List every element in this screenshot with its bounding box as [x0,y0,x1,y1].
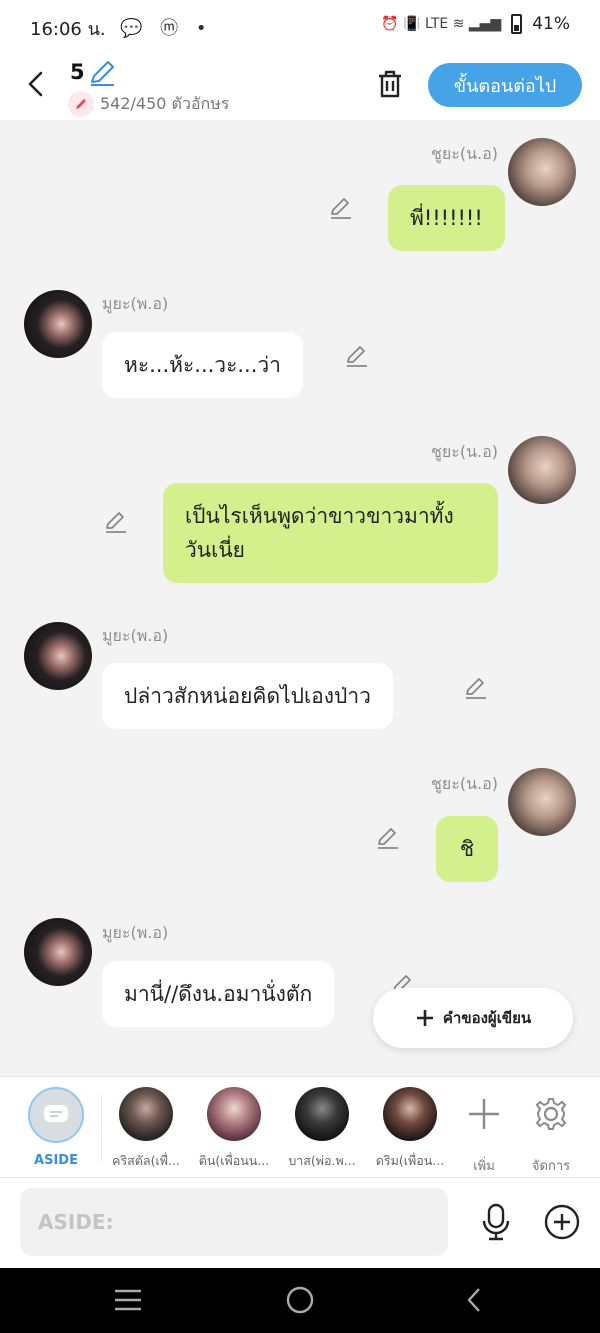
menu-icon [115,1289,141,1311]
character-label: บาส(พ่อ.พ... [288,1153,356,1168]
divider [101,1095,102,1161]
message-bubble[interactable]: เป็นไรเห็นพูดว่าขาวขาวมาทั้งวันเนี่ย [163,483,498,583]
message-bubble[interactable]: ชิ [436,816,498,882]
chat-area[interactable]: ชูยะ(น.อ) พี่!!!!!!! มูยะ(พ.อ) หะ...ห้ะ.… [0,120,600,1076]
message-bubble[interactable]: มานี่//ดึงน.อมานั่งตัก [102,961,335,1027]
add-character-button[interactable]: เพิ่ม [454,1087,514,1176]
plus-icon [469,1099,499,1129]
character-item[interactable]: ดริม(เพื่อน... [370,1087,450,1171]
avatar-muya[interactable] [24,290,92,358]
status-bar: 16:06 น. 💬 ⓜ • ⏰ 📳 LTE ≋ ▂▄▆ 41% [0,0,600,50]
voice-input-button[interactable] [476,1202,516,1242]
character-count: 542/450 ตัวอักษร [68,91,229,117]
plus-icon [416,1010,433,1026]
status-time: 16:06 น. [30,19,106,40]
sender-name: ชูยะ(น.อ) [431,144,498,163]
notification-icons: 💬 ⓜ • [120,18,213,39]
character-aside[interactable]: ASIDE [16,1087,96,1168]
battery-percent: 41% [532,14,570,34]
avatar-chuya[interactable] [508,436,576,504]
recent-apps-button[interactable] [108,1284,148,1316]
message-bubble[interactable]: ปล่าวสักหน่อยคิดไปเองป่าว [102,663,393,729]
add-label: เพิ่ม [473,1159,495,1174]
edit-message-icon[interactable] [344,343,370,369]
author-note-button[interactable]: คำของผู้เขียน [373,988,573,1048]
sender-name: ชูยะ(น.อ) [431,774,498,793]
top-header: 5 542/450 ตัวอักษร ขั้นตอนต่อไป [0,50,600,120]
manage-label: จัดการ [531,1159,571,1174]
edit-message-icon[interactable] [103,509,129,535]
message-bubble[interactable]: หะ...ห้ะ...วะ...ว่า [102,332,303,398]
pen-icon [68,91,94,117]
aside-avatar [28,1087,84,1143]
system-nav-bar [0,1268,600,1333]
avatar-muya[interactable] [24,622,92,690]
character-avatar [119,1087,173,1141]
system-back-button[interactable] [454,1284,494,1316]
back-arrow-icon [28,71,43,97]
trash-icon [379,70,401,98]
character-label: ดริม(เพื่อน... [375,1153,445,1168]
status-right: ⏰ 📳 LTE ≋ ▂▄▆ 41% [381,14,570,34]
edit-message-icon[interactable] [463,675,489,701]
edit-message-icon[interactable] [328,195,354,221]
character-avatar [383,1087,437,1141]
avatar-chuya[interactable] [508,138,576,206]
character-count-text: 542/450 ตัวอักษร [100,93,230,113]
character-item[interactable]: บาส(พ่อ.พ... [282,1087,362,1171]
sender-name: มูยะ(พ.อ) [102,294,169,313]
character-item[interactable]: ติน(เพื่อนน... [194,1087,274,1171]
home-circle-icon [286,1286,314,1314]
author-note-label: คำของผู้เขียน [442,1009,532,1027]
edit-episode-button[interactable] [88,60,118,92]
sender-name: มูยะ(พ.อ) [102,626,169,645]
character-avatar [295,1087,349,1141]
character-item[interactable]: คริสตัล(เพื่... [106,1087,186,1171]
character-avatar [207,1087,261,1141]
character-selector: ASIDE คริสตัล(เพื่... ติน(เพื่อนน... บาส… [0,1076,600,1178]
character-label: คริสตัล(เพื่... [112,1153,180,1168]
battery-icon [511,14,523,34]
avatar-muya[interactable] [24,918,92,986]
edit-message-icon[interactable] [375,825,401,851]
character-label: ติน(เพื่อนน... [198,1153,270,1168]
episode-number: 5 [70,60,85,84]
next-step-button[interactable]: ขั้นตอนต่อไป [428,63,582,107]
speech-bubble-icon [44,1105,68,1122]
back-button[interactable] [18,64,54,104]
input-bar [0,1178,600,1268]
home-button[interactable] [280,1284,320,1316]
microphone-icon [482,1203,510,1241]
back-chevron-icon [467,1288,480,1312]
manage-characters-button[interactable]: จัดการ [521,1087,581,1176]
sender-name: มูยะ(พ.อ) [102,923,169,942]
message-bubble[interactable]: พี่!!!!!!! [388,185,505,251]
system-icons: ⏰ 📳 LTE ≋ ▂▄▆ [381,16,502,32]
avatar-chuya[interactable] [508,768,576,836]
sender-name: ชูยะ(น.อ) [431,442,498,461]
message-input[interactable] [20,1188,448,1256]
pencil-icon [91,61,114,86]
gear-icon [535,1098,567,1130]
attach-button[interactable] [542,1202,582,1242]
delete-button[interactable] [372,66,408,102]
add-circle-icon [544,1204,580,1240]
character-label: ASIDE [34,1153,78,1168]
